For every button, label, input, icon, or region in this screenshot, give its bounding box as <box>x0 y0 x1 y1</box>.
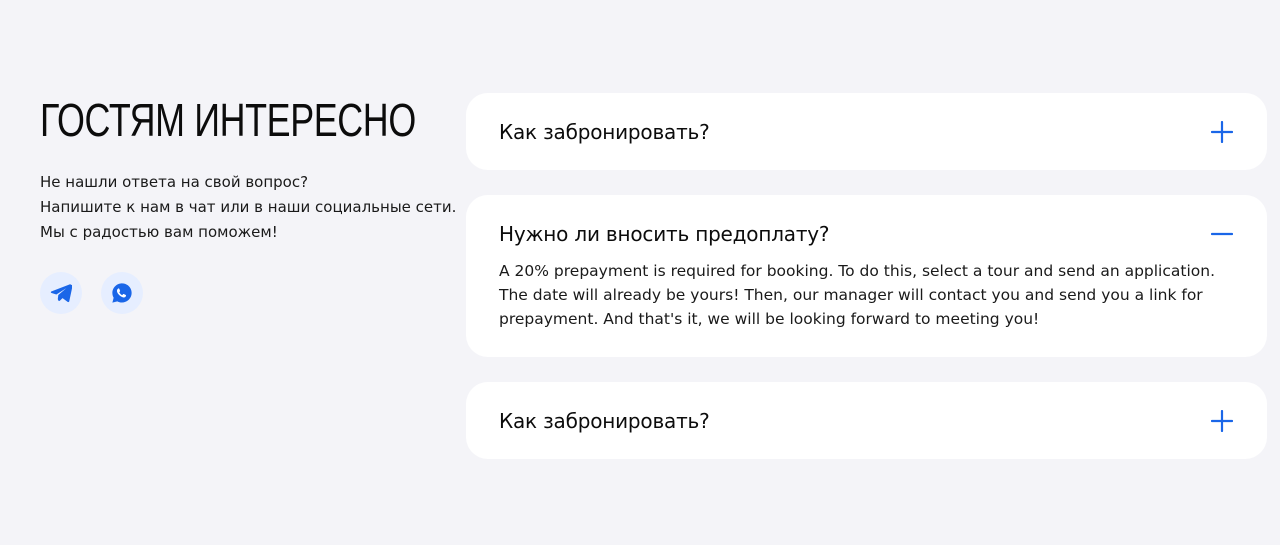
faq-question-button[interactable]: Как забронировать? <box>466 93 1267 170</box>
faq-question: Как забронировать? <box>499 408 710 433</box>
subtitle-line: Не нашли ответа на свой вопрос? <box>40 173 309 191</box>
faq-list: Как забронировать? Нужно ли вносить пред… <box>466 93 1267 484</box>
section-title: ГОСТЯМ ИНТЕРЕСНО <box>40 94 416 146</box>
whatsapp-button[interactable] <box>101 272 143 314</box>
faq-question: Как забронировать? <box>499 119 710 144</box>
section-subtitle: Не нашли ответа на свой вопрос? Напишите… <box>40 170 460 245</box>
social-links <box>40 272 460 314</box>
telegram-button[interactable] <box>40 272 82 314</box>
minus-icon[interactable] <box>1210 222 1234 246</box>
faq-item: Как забронировать? <box>466 382 1267 459</box>
faq-item: Как забронировать? <box>466 93 1267 170</box>
plus-icon[interactable] <box>1210 120 1234 144</box>
telegram-icon <box>50 283 72 303</box>
faq-question-button[interactable]: Как забронировать? <box>466 382 1267 459</box>
subtitle-line: Напишите к нам в чат или в наши социальн… <box>40 198 457 216</box>
faq-answer: A 20% prepayment is required for booking… <box>499 262 1215 328</box>
faq-intro: ГОСТЯМ ИНТЕРЕСНО Не нашли ответа на свой… <box>40 92 460 314</box>
plus-icon[interactable] <box>1210 409 1234 433</box>
subtitle-line: Мы с радостью вам поможем! <box>40 223 278 241</box>
faq-item-expanded: Нужно ли вносить предоплату? A 20% prepa… <box>466 195 1267 357</box>
whatsapp-icon <box>111 282 133 304</box>
faq-question: Нужно ли вносить предоплату? <box>499 222 830 246</box>
